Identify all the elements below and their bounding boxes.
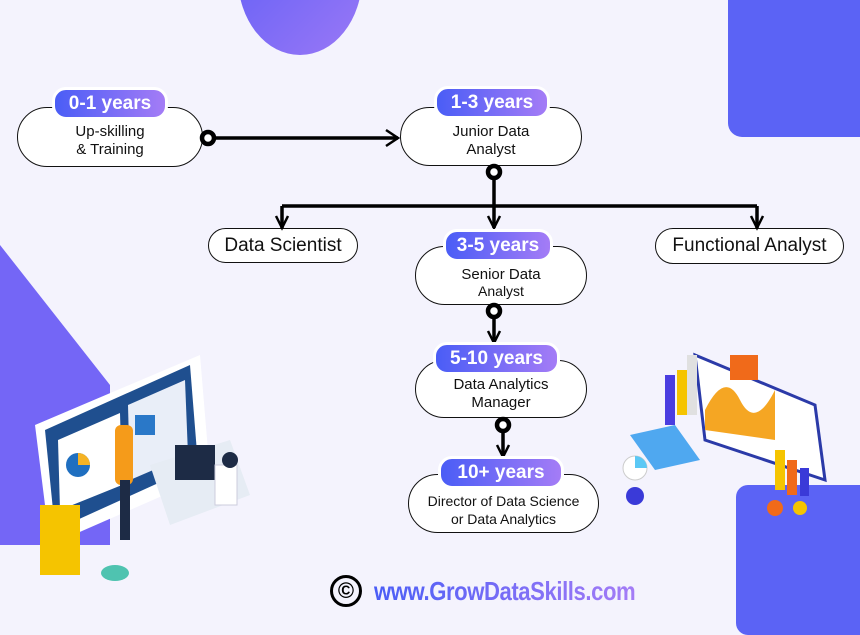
years-badge: 0-1 years <box>52 87 168 120</box>
years-badge: 10+ years <box>438 456 564 489</box>
years-badge: 1-3 years <box>434 86 550 119</box>
years-badge: 5-10 years <box>433 342 560 375</box>
years-badge: 3-5 years <box>443 229 553 262</box>
